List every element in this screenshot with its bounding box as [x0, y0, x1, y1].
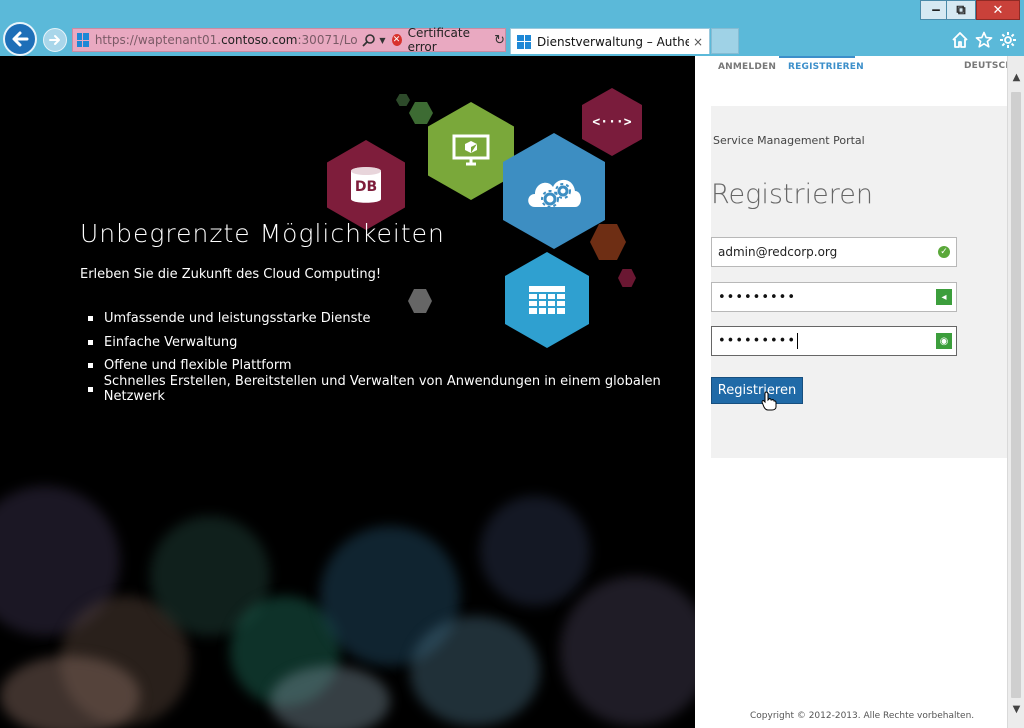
windows-logo-icon [517, 34, 531, 49]
portal-name: Service Management Portal [713, 134, 865, 147]
code-icon: <···> [592, 114, 632, 130]
maximize-button[interactable]: ⧉ [946, 0, 976, 20]
email-field[interactable]: admin@redcorp.org ✓ [711, 237, 957, 267]
forward-button[interactable] [43, 28, 67, 52]
back-button[interactable] [3, 22, 37, 56]
feature-list: Umfassende und leistungsstarke Dienste E… [88, 307, 695, 404]
password-field[interactable]: ••••••••• ◂ [711, 282, 957, 312]
arrow-left-icon [12, 31, 29, 47]
scroll-up-icon[interactable]: ▲ [1010, 70, 1023, 84]
hero-panel: DB <···> Unbegrenzte Möglichkeiten Erleb… [0, 56, 695, 728]
arrow-right-icon [49, 35, 60, 45]
certificate-error-label[interactable]: Certificate error [408, 26, 488, 54]
email-value: admin@redcorp.org [718, 245, 838, 259]
url-suffix: :30071/Login [297, 33, 359, 47]
hand-cursor-icon [761, 391, 777, 411]
refresh-icon[interactable]: ↻ [494, 33, 505, 48]
gear-icon[interactable] [998, 30, 1018, 50]
bokeh-light [560, 576, 695, 726]
list-item: Schnelles Erstellen, Bereitstellen und V… [88, 374, 695, 404]
hero-title: Unbegrenzte Möglichkeiten [80, 219, 445, 248]
page-title: Registrieren [711, 179, 873, 210]
cloud-services-hexagon [503, 133, 605, 249]
bokeh-light [410, 616, 540, 726]
search-icon[interactable] [362, 33, 376, 47]
bokeh-light [480, 496, 590, 606]
certificate-error-icon[interactable]: ✕ [391, 34, 402, 46]
url-prefix: https://waptenant01. [94, 33, 222, 47]
scrollbar-thumb[interactable] [1011, 92, 1021, 698]
active-tab-indicator [779, 56, 855, 58]
hero-subtitle: Erleben Sie die Zukunft des Cloud Comput… [80, 267, 382, 282]
cloud-gears-icon [528, 179, 581, 208]
tab-close-icon[interactable]: × [693, 35, 703, 49]
bullet-icon [88, 363, 93, 369]
password-strength-icon: ◂ [936, 289, 952, 305]
confirm-password-value: ••••••••• [718, 333, 799, 349]
db-label: DB [354, 179, 378, 195]
show-password-icon[interactable]: ◉ [936, 333, 952, 349]
copyright: Copyright © 2012-2013. Alle Rechte vorbe… [750, 711, 975, 721]
star-icon[interactable] [974, 30, 994, 50]
tab-signin[interactable]: ANMELDEN [718, 62, 776, 72]
bokeh-light [0, 656, 140, 728]
virtual-machine-hexagon [428, 102, 514, 200]
bullet-icon [88, 339, 93, 345]
registration-panel: ANMELDEN REGISTRIEREN DEUTSCH Service Ma… [695, 56, 1013, 728]
language-selector[interactable]: DEUTSCH [964, 61, 1013, 71]
dropdown-arrow-icon[interactable]: ▼ [379, 36, 385, 45]
code-hexagon: <···> [582, 88, 642, 156]
tab-register[interactable]: REGISTRIEREN [788, 62, 864, 72]
decorative-hexagon [590, 224, 626, 260]
password-mask: ••••••••• [718, 289, 797, 305]
windows-logo-icon [77, 33, 89, 47]
scroll-down-icon[interactable]: ▼ [1010, 702, 1023, 716]
bullet-icon [88, 316, 93, 322]
monitor-icon [452, 134, 490, 166]
decorative-hexagon [618, 269, 636, 287]
check-icon: ✓ [938, 246, 950, 258]
list-item: Umfassende und leistungsstarke Dienste [88, 307, 695, 331]
bullet-icon [88, 386, 93, 392]
address-bar[interactable]: https://waptenant01. contoso.com:30071/Lo… [72, 26, 506, 54]
new-tab-button[interactable] [711, 28, 739, 54]
tab-title: Dienstverwaltung – Authen... [537, 34, 689, 49]
home-icon[interactable] [950, 30, 970, 50]
register-button[interactable]: Registrieren [711, 377, 803, 404]
decorative-hexagon [396, 94, 410, 106]
close-window-button[interactable]: ✕ [976, 0, 1020, 20]
text-caret [797, 333, 799, 349]
confirm-password-field[interactable]: ••••••••• ◉ [711, 326, 957, 356]
browser-chrome: ‒ ⧉ ✕ https://waptenant01. contoso.com:30… [0, 0, 1024, 56]
database-hexagon: DB [327, 140, 405, 230]
tab-dienstverwaltung[interactable]: Dienstverwaltung – Authen... × [510, 28, 710, 54]
vertical-scrollbar[interactable]: ▲ ▼ [1007, 56, 1024, 728]
list-item: Einfache Verwaltung [88, 331, 695, 355]
bokeh-light [270, 666, 390, 728]
url-host: contoso.com [221, 33, 298, 47]
decorative-hexagon [409, 102, 433, 124]
